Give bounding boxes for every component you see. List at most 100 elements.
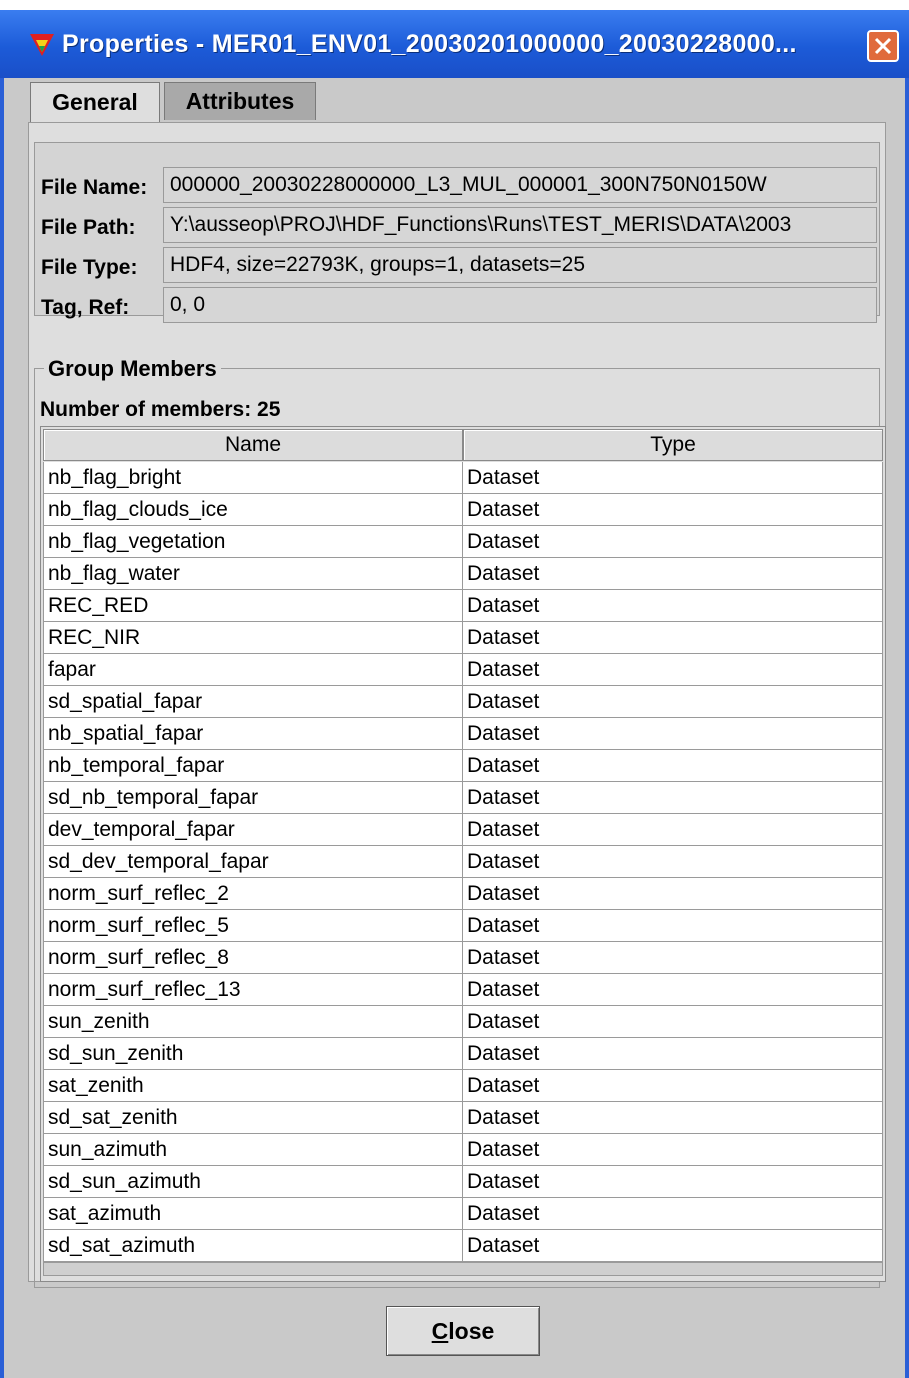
- cell-type[interactable]: Dataset: [463, 1038, 883, 1070]
- cell-name[interactable]: sd_nb_temporal_fapar: [43, 782, 463, 814]
- cell-type[interactable]: Dataset: [463, 750, 883, 782]
- cell-type[interactable]: Dataset: [463, 1166, 883, 1198]
- table-row[interactable]: nb_flag_vegetation Dataset: [43, 526, 883, 558]
- file-type-field[interactable]: HDF4, size=22793K, groups=1, datasets=25: [163, 247, 877, 283]
- cell-type[interactable]: Dataset: [463, 910, 883, 942]
- cell-type[interactable]: Dataset: [463, 494, 883, 526]
- cell-name[interactable]: nb_flag_vegetation: [43, 526, 463, 558]
- close-button[interactable]: Close: [386, 1306, 540, 1356]
- cell-name[interactable]: nb_temporal_fapar: [43, 750, 463, 782]
- table-row[interactable]: sd_sat_zenith Dataset: [43, 1102, 883, 1134]
- tab-general[interactable]: General: [30, 82, 160, 122]
- table-header: Name Type: [43, 429, 883, 461]
- table-row[interactable]: REC_RED Dataset: [43, 590, 883, 622]
- cell-name[interactable]: sd_sat_zenith: [43, 1102, 463, 1134]
- cell-name[interactable]: sd_sun_zenith: [43, 1038, 463, 1070]
- cell-name[interactable]: sd_dev_temporal_fapar: [43, 846, 463, 878]
- table-row[interactable]: nb_flag_bright Dataset: [43, 462, 883, 494]
- file-name-field[interactable]: 000000_20030228000000_L3_MUL_000001_300N…: [163, 167, 877, 203]
- cell-name[interactable]: sun_azimuth: [43, 1134, 463, 1166]
- app-icon: [30, 34, 54, 56]
- table-row[interactable]: sd_sun_zenith Dataset: [43, 1038, 883, 1070]
- cell-name[interactable]: sd_spatial_fapar: [43, 686, 463, 718]
- table-row[interactable]: norm_surf_reflec_8 Dataset: [43, 942, 883, 974]
- table-row[interactable]: nb_temporal_fapar Dataset: [43, 750, 883, 782]
- table-row[interactable]: dev_temporal_fapar Dataset: [43, 814, 883, 846]
- cell-type[interactable]: Dataset: [463, 1198, 883, 1230]
- table-row[interactable]: REC_NIR Dataset: [43, 622, 883, 654]
- table-body: nb_flag_bright Dataset nb_flag_clouds_ice D…: [43, 462, 883, 1262]
- table-row[interactable]: nb_spatial_fapar Dataset: [43, 718, 883, 750]
- cell-type[interactable]: Dataset: [463, 846, 883, 878]
- cell-name[interactable]: REC_NIR: [43, 622, 463, 654]
- table-row[interactable]: nb_flag_clouds_ice Dataset: [43, 494, 883, 526]
- close-label-rest: lose: [448, 1317, 495, 1344]
- cell-type[interactable]: Dataset: [463, 1102, 883, 1134]
- cell-name[interactable]: sat_azimuth: [43, 1198, 463, 1230]
- cell-type[interactable]: Dataset: [463, 654, 883, 686]
- cell-name[interactable]: dev_temporal_fapar: [43, 814, 463, 846]
- column-header-type[interactable]: Type: [463, 429, 883, 461]
- tag-ref-label: Tag, Ref:: [41, 296, 130, 319]
- cell-type[interactable]: Dataset: [463, 1006, 883, 1038]
- cell-name[interactable]: sd_sun_azimuth: [43, 1166, 463, 1198]
- tag-ref-field[interactable]: 0, 0: [163, 287, 877, 323]
- file-path-field[interactable]: Y:\ausseop\PROJ\HDF_Functions\Runs\TEST_…: [163, 207, 877, 243]
- cell-name[interactable]: norm_surf_reflec_2: [43, 878, 463, 910]
- group-members-title: Group Members: [44, 356, 221, 382]
- cell-name[interactable]: norm_surf_reflec_13: [43, 974, 463, 1006]
- table-row[interactable]: sd_spatial_fapar Dataset: [43, 686, 883, 718]
- table-row[interactable]: sun_azimuth Dataset: [43, 1134, 883, 1166]
- cell-name[interactable]: norm_surf_reflec_5: [43, 910, 463, 942]
- cell-name[interactable]: fapar: [43, 654, 463, 686]
- cell-type[interactable]: Dataset: [463, 526, 883, 558]
- file-info-box: File Name: 000000_20030228000000_L3_MUL_…: [34, 142, 880, 323]
- cell-type[interactable]: Dataset: [463, 462, 883, 494]
- table-row[interactable]: sd_sun_azimuth Dataset: [43, 1166, 883, 1198]
- cell-type[interactable]: Dataset: [463, 686, 883, 718]
- cell-type[interactable]: Dataset: [463, 622, 883, 654]
- close-mnemonic: C: [431, 1317, 449, 1344]
- cell-type[interactable]: Dataset: [463, 942, 883, 974]
- cell-name[interactable]: sd_sat_azimuth: [43, 1230, 463, 1262]
- table-row[interactable]: norm_surf_reflec_2 Dataset: [43, 878, 883, 910]
- horizontal-scrollbar[interactable]: [43, 1262, 883, 1276]
- column-header-name[interactable]: Name: [43, 429, 463, 461]
- window-title: Properties - MER01_ENV01_20030201000000_…: [62, 30, 797, 58]
- file-path-label: File Path:: [41, 216, 136, 239]
- table-row[interactable]: sd_nb_temporal_fapar Dataset: [43, 782, 883, 814]
- cell-name[interactable]: nb_flag_bright: [43, 462, 463, 494]
- cell-type[interactable]: Dataset: [463, 1230, 883, 1262]
- cell-name[interactable]: nb_flag_clouds_ice: [43, 494, 463, 526]
- table-row[interactable]: sd_dev_temporal_fapar Dataset: [43, 846, 883, 878]
- cell-type[interactable]: Dataset: [463, 1134, 883, 1166]
- cell-name[interactable]: nb_spatial_fapar: [43, 718, 463, 750]
- table-row[interactable]: norm_surf_reflec_13 Dataset: [43, 974, 883, 1006]
- cell-type[interactable]: Dataset: [463, 974, 883, 1006]
- cell-type[interactable]: Dataset: [463, 718, 883, 750]
- tab-attributes[interactable]: Attributes: [164, 82, 316, 120]
- cell-type[interactable]: Dataset: [463, 590, 883, 622]
- table-row[interactable]: sat_azimuth Dataset: [43, 1198, 883, 1230]
- cell-type[interactable]: Dataset: [463, 1070, 883, 1102]
- table-row[interactable]: sat_zenith Dataset: [43, 1070, 883, 1102]
- table-row[interactable]: norm_surf_reflec_5 Dataset: [43, 910, 883, 942]
- table-row[interactable]: sd_sat_azimuth Dataset: [43, 1230, 883, 1262]
- cell-name[interactable]: sun_zenith: [43, 1006, 463, 1038]
- table-row[interactable]: nb_flag_water Dataset: [43, 558, 883, 590]
- cell-type[interactable]: Dataset: [463, 782, 883, 814]
- table-row[interactable]: sun_zenith Dataset: [43, 1006, 883, 1038]
- cell-type[interactable]: Dataset: [463, 814, 883, 846]
- table-row[interactable]: fapar Dataset: [43, 654, 883, 686]
- title-bar[interactable]: Properties - MER01_ENV01_20030201000000_…: [0, 10, 909, 78]
- cell-type[interactable]: Dataset: [463, 558, 883, 590]
- member-count-label: Number of members: 25: [40, 398, 281, 421]
- close-icon[interactable]: [867, 30, 899, 62]
- file-name-label: File Name:: [41, 176, 148, 199]
- cell-name[interactable]: nb_flag_water: [43, 558, 463, 590]
- file-type-label: File Type:: [41, 256, 138, 279]
- cell-type[interactable]: Dataset: [463, 878, 883, 910]
- cell-name[interactable]: REC_RED: [43, 590, 463, 622]
- cell-name[interactable]: norm_surf_reflec_8: [43, 942, 463, 974]
- cell-name[interactable]: sat_zenith: [43, 1070, 463, 1102]
